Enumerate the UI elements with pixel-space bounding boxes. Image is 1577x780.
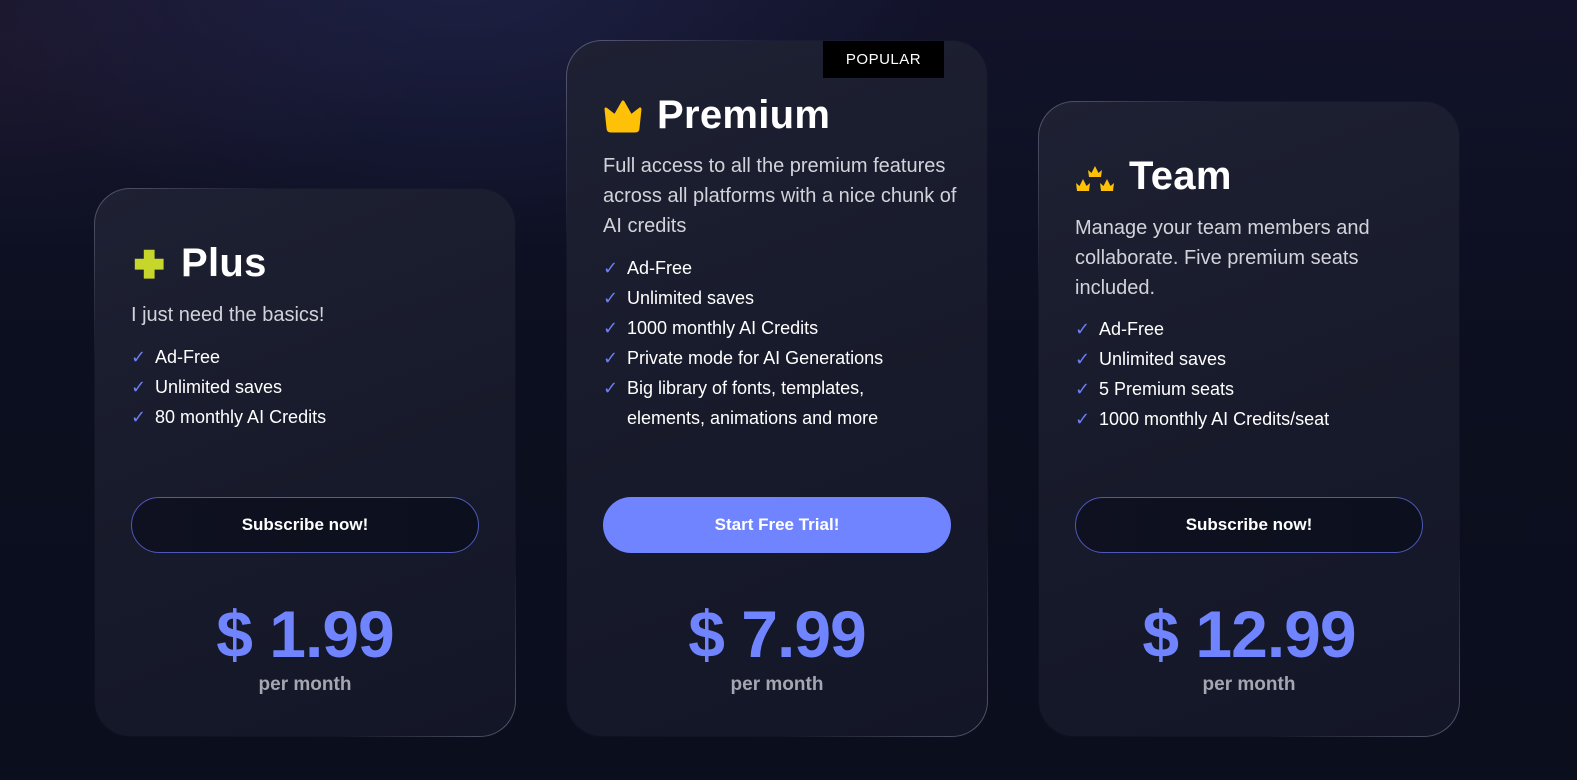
feature-item: ✓ Unlimited saves [1075, 344, 1439, 374]
feature-text: 5 Premium seats [1099, 379, 1235, 399]
plan-description: Manage your team members and collaborate… [1075, 217, 1370, 299]
subscribe-button[interactable]: Subscribe now! [131, 497, 479, 553]
plan-card-body: Plus I just need the basics! ✓ Ad-Free ✓ U… [95, 189, 515, 736]
feature-item: ✓ Ad-Free [603, 253, 967, 283]
feature-item: ✓ Ad-Free [1075, 314, 1439, 344]
check-icon: ✓ [603, 348, 619, 368]
feature-text: Unlimited saves [155, 377, 283, 397]
check-icon: ✓ [1075, 349, 1091, 369]
check-icon: ✓ [603, 378, 619, 398]
crown-icon [603, 99, 643, 133]
check-icon: ✓ [1075, 319, 1091, 339]
plan-card-body: Team Manage your team members and collab… [1039, 102, 1459, 736]
plan-header: Plus [131, 241, 267, 286]
feature-text: Big library of fonts, templates, element… [627, 378, 879, 428]
popular-badge: POPULAR [823, 41, 944, 78]
check-icon: ✓ [603, 288, 619, 308]
feature-item: ✓ 1000 monthly AI Credits/seat [1075, 404, 1439, 434]
feature-item: ✓ Unlimited saves [603, 283, 967, 313]
feature-list: ✓ Ad-Free ✓ Unlimited saves ✓ 80 monthly AI… [131, 342, 495, 432]
pricing-section: Plus I just need the basics! ✓ Ad-Free ✓ U… [0, 0, 1577, 780]
price: $ 12.99 [1142, 597, 1356, 671]
check-icon: ✓ [1075, 409, 1091, 429]
feature-text: Ad-Free [1099, 319, 1165, 339]
start-free-trial-button[interactable]: Start Free Trial! [603, 497, 951, 553]
plan-header: Premium [603, 93, 830, 138]
feature-text: Ad-Free [155, 347, 221, 367]
feature-item: ✓ 5 Premium seats [1075, 374, 1439, 404]
check-icon: ✓ [131, 407, 147, 427]
plus-icon [131, 246, 167, 282]
feature-list: ✓ Ad-Free ✓ Unlimited saves ✓ 1000 monthly … [603, 253, 967, 433]
check-icon: ✓ [603, 258, 619, 278]
check-icon: ✓ [603, 318, 619, 338]
feature-item: ✓ Ad-Free [131, 342, 495, 372]
three-crowns-icon [1075, 161, 1115, 193]
plan-header: Team [1075, 154, 1232, 199]
check-icon: ✓ [131, 377, 147, 397]
feature-item: ✓ 1000 monthly AI Credits [603, 313, 967, 343]
feature-text: 80 monthly AI Credits [155, 407, 327, 427]
feature-text: 1000 monthly AI Credits [627, 318, 819, 338]
plan-title: Team [1129, 154, 1232, 198]
check-icon: ✓ [1075, 379, 1091, 399]
subscribe-button[interactable]: Subscribe now! [1075, 497, 1423, 553]
feature-item: ✓ Private mode for AI Generations [603, 343, 967, 373]
check-icon: ✓ [131, 347, 147, 367]
plan-description: I just need the basics! [131, 304, 325, 326]
plan-card-team: Team Manage your team members and collab… [1038, 101, 1460, 737]
price-period: per month [1202, 674, 1296, 695]
feature-list: ✓ Ad-Free ✓ Unlimited saves ✓ 5 Premium sea… [1075, 314, 1439, 434]
feature-text: Unlimited saves [627, 288, 755, 308]
price: $ 1.99 [216, 597, 395, 671]
feature-text: Private mode for AI Generations [627, 348, 884, 368]
feature-text: Ad-Free [627, 258, 693, 278]
plan-card-premium: POPULAR Premium Full access to all the p… [566, 40, 988, 737]
plan-description: Full access to all the premium features … [603, 155, 957, 237]
price-period: per month [258, 674, 352, 695]
feature-item: ✓ Big library of fonts, templates, elemen… [603, 373, 967, 433]
feature-item: ✓ Unlimited saves [131, 372, 495, 402]
plan-card-plus: Plus I just need the basics! ✓ Ad-Free ✓ U… [94, 188, 516, 737]
price: $ 7.99 [688, 597, 867, 671]
plan-title: Premium [657, 93, 831, 137]
feature-text: Unlimited saves [1099, 349, 1227, 369]
price-period: per month [730, 674, 824, 695]
plan-card-body: POPULAR Premium Full access to all the p… [567, 41, 987, 736]
feature-text: 1000 monthly AI Credits/seat [1099, 409, 1330, 429]
plan-title: Plus [181, 241, 267, 285]
feature-item: ✓ 80 monthly AI Credits [131, 402, 495, 432]
